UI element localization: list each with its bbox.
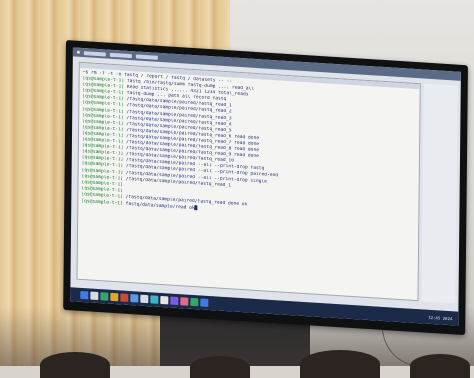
terminal-prompt: [qs@sample-t-1] xyxy=(81,199,125,207)
app-icon[interactable] xyxy=(170,297,178,305)
app-icon[interactable] xyxy=(150,295,158,303)
app-icon[interactable] xyxy=(120,293,128,301)
app-icon[interactable] xyxy=(130,294,138,302)
start-icon[interactable] xyxy=(80,291,88,299)
app-icon[interactable] xyxy=(180,297,188,305)
window-dot-icon xyxy=(77,51,80,54)
app-icon[interactable] xyxy=(110,293,118,301)
browser-tab[interactable] xyxy=(84,51,106,56)
app-icon[interactable] xyxy=(100,292,108,300)
browser-tab[interactable] xyxy=(136,54,158,59)
app-icon[interactable] xyxy=(200,298,208,306)
audience-heads xyxy=(40,338,470,378)
terminal-output: ~$ rm -f -t -o fastq / report / fastq / … xyxy=(81,70,416,226)
terminal-window[interactable]: ~$ rm -f -t -o fastq / report / fastq / … xyxy=(76,62,420,301)
app-icon[interactable] xyxy=(140,295,148,303)
browser-tab[interactable] xyxy=(110,52,132,57)
system-tray-clock: 12:45 2024 xyxy=(428,314,452,321)
terminal-cursor xyxy=(195,205,198,210)
app-icon[interactable] xyxy=(90,292,98,300)
monitor: ~$ rm -f -t -o fastq / report / fastq / … xyxy=(63,40,468,335)
app-icon[interactable] xyxy=(160,296,168,304)
right-panel xyxy=(421,83,457,303)
app-icon[interactable] xyxy=(190,298,198,306)
monitor-screen: ~$ rm -f -t -o fastq / report / fastq / … xyxy=(70,47,461,325)
